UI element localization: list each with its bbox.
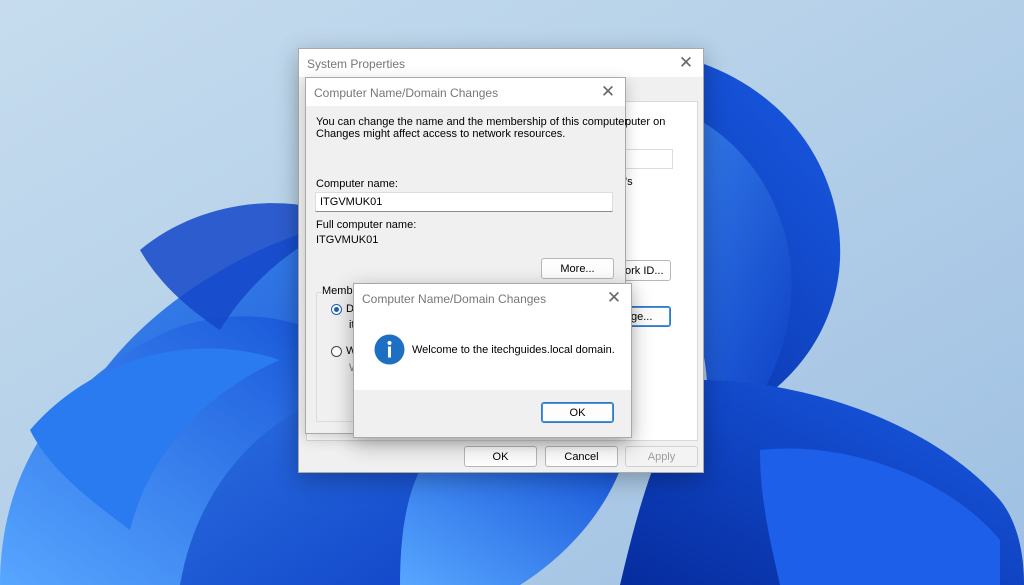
- computer-name-input[interactable]: ITGVMUK01: [315, 192, 613, 212]
- description-line-1: You can change the name and the membersh…: [316, 116, 631, 128]
- workgroup-radio[interactable]: [331, 346, 342, 357]
- full-computer-name-value: ITGVMUK01: [316, 234, 379, 246]
- info-icon: [374, 334, 405, 365]
- partial-description-field: [625, 149, 673, 169]
- system-properties-titlebar: System Properties ✕: [299, 49, 703, 77]
- welcome-message-area: Welcome to the itechguides.local domain.: [354, 312, 631, 390]
- close-icon[interactable]: ✕: [597, 81, 619, 103]
- welcome-titlebar: Computer Name/Domain Changes ✕: [354, 284, 631, 312]
- network-id-button[interactable]: ork ID...: [625, 260, 671, 281]
- system-cancel-button[interactable]: Cancel: [545, 446, 618, 467]
- partial-text-2: 's: [625, 176, 633, 188]
- system-apply-button[interactable]: Apply: [625, 446, 698, 467]
- partial-text-1: puter on: [625, 116, 666, 128]
- close-icon[interactable]: ✕: [675, 52, 697, 74]
- domain-radio[interactable]: [331, 304, 342, 315]
- system-properties-title: System Properties: [307, 57, 406, 71]
- computer-name-label: Computer name:: [316, 178, 398, 190]
- welcome-title: Computer Name/Domain Changes: [362, 292, 547, 306]
- welcome-message: Welcome to the itechguides.local domain.: [412, 344, 615, 356]
- more-button[interactable]: More...: [541, 258, 614, 279]
- welcome-ok-button[interactable]: OK: [541, 402, 614, 423]
- full-computer-name-label: Full computer name:: [316, 219, 417, 231]
- system-ok-button[interactable]: OK: [464, 446, 537, 467]
- description-line-2: Changes might affect access to network r…: [316, 128, 566, 140]
- welcome-dialog: Computer Name/Domain Changes ✕ Welcome t…: [353, 283, 632, 438]
- computer-name-title: Computer Name/Domain Changes: [314, 86, 499, 100]
- computer-name-titlebar: Computer Name/Domain Changes ✕: [306, 78, 625, 106]
- close-icon[interactable]: ✕: [603, 287, 625, 309]
